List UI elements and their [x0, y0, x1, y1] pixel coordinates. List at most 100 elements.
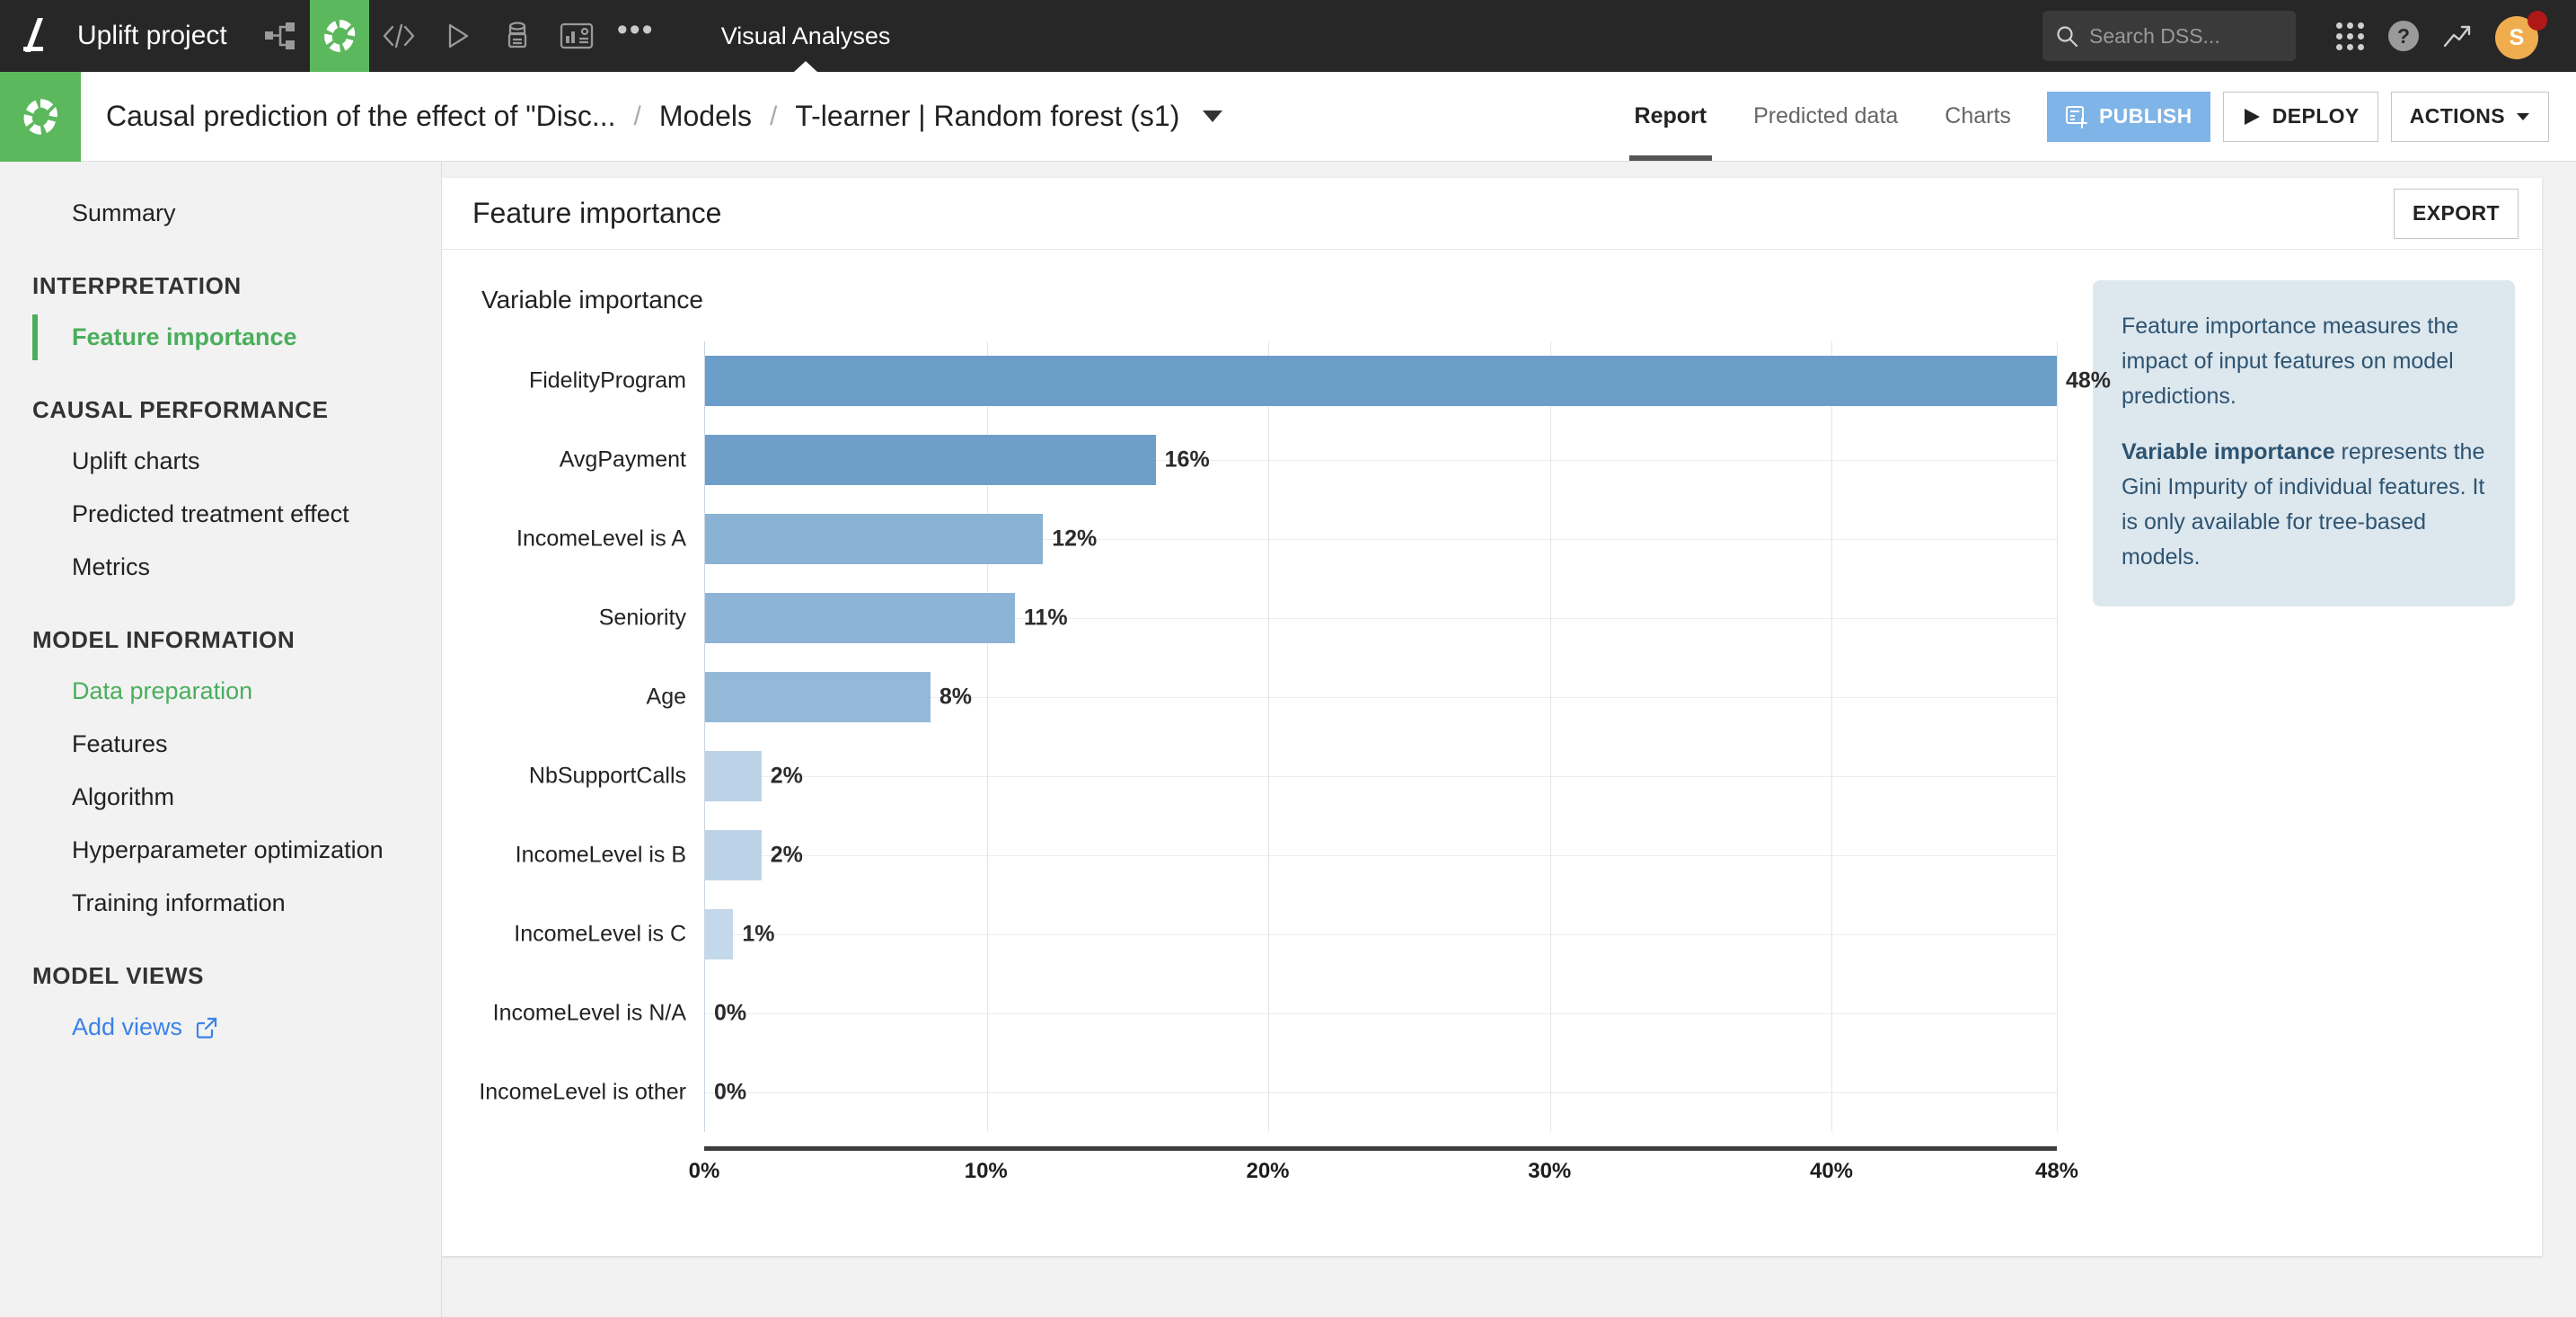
tab-charts[interactable]: Charts	[1921, 72, 2034, 161]
deploy-button[interactable]: DEPLOY	[2222, 91, 2378, 142]
bar-value-label: 0%	[714, 1000, 747, 1026]
bar[interactable]	[705, 672, 931, 722]
bar-value-label: 1%	[742, 921, 775, 947]
tab-report[interactable]: Report	[1611, 72, 1731, 161]
panel-body: Variable importance FidelityProgram AvgPa…	[442, 250, 2542, 1183]
dashboard-icon[interactable]	[547, 0, 606, 72]
bar[interactable]	[705, 435, 1156, 485]
feature-importance-panel: Feature importance EXPORT Variable impor…	[442, 178, 2542, 1256]
breadcrumb: Causal prediction of the effect of "Disc…	[106, 100, 1223, 133]
publish-button[interactable]: PUBLISH	[2046, 91, 2210, 142]
x-axis-tick-label: 10%	[964, 1159, 1008, 1183]
page-body: Summary INTERPRETATION Feature importanc…	[0, 162, 2576, 1317]
x-axis-tick-label: 30%	[1528, 1159, 1572, 1183]
actions-label: ACTIONS	[2409, 104, 2505, 128]
publish-label: PUBLISH	[2098, 104, 2192, 128]
gridline-vertical	[1831, 341, 1833, 1132]
bar[interactable]	[705, 593, 1015, 643]
x-axis-tick-label: 20%	[1246, 1159, 1290, 1183]
actions-button[interactable]: ACTIONS	[2390, 91, 2549, 142]
top-bar: Uplift project ••• Visual Analyses Searc…	[0, 0, 2576, 72]
sidebar-item-add-views[interactable]: Add views	[0, 1001, 441, 1054]
breadcrumb-model[interactable]: T-learner | Random forest (s1)	[795, 100, 1179, 133]
y-axis-tick-label: IncomeLevel is C	[514, 921, 686, 947]
gridline-horizontal	[705, 776, 2057, 777]
search-placeholder: Search DSS...	[2089, 23, 2220, 48]
jobs-icon[interactable]	[488, 0, 547, 72]
top-bar-right: Search DSS... ? S	[2042, 9, 2576, 63]
publish-icon	[2065, 105, 2087, 128]
bar[interactable]	[705, 751, 762, 801]
lab-icon[interactable]	[309, 0, 369, 72]
sidebar-item-data-preparation[interactable]: Data preparation	[0, 665, 441, 718]
bar[interactable]	[705, 830, 762, 880]
sidebar-item-metrics[interactable]: Metrics	[0, 541, 441, 594]
breadcrumb-models[interactable]: Models	[659, 100, 752, 133]
info-column: Feature importance measures the impact o…	[2093, 280, 2515, 1159]
tab-predicted-data[interactable]: Predicted data	[1730, 72, 1921, 161]
header-actions: Report Predicted data Charts PUBLISH DEP…	[1611, 72, 2576, 161]
sidebar-section-interpretation: INTERPRETATION	[32, 272, 242, 299]
breadcrumb-separator: /	[633, 101, 641, 131]
x-axis-tick-label: 40%	[1809, 1159, 1854, 1183]
chevron-down-icon	[2517, 112, 2529, 120]
y-axis-tick-label: IncomeLevel is N/A	[492, 1000, 686, 1026]
sidebar-item-summary[interactable]: Summary	[0, 187, 441, 240]
breadcrumb-analysis[interactable]: Causal prediction of the effect of "Disc…	[106, 100, 616, 133]
sidebar-item-predicted-treatment-effect[interactable]: Predicted treatment effect	[0, 488, 441, 541]
avatar[interactable]: S	[2495, 11, 2547, 61]
y-axis-tick-label: Age	[646, 684, 686, 710]
page-title: Feature importance	[472, 197, 722, 229]
gridline-horizontal	[705, 1092, 2057, 1093]
sidebar-item-training-information[interactable]: Training information	[0, 877, 441, 930]
bar-value-label: 48%	[2066, 367, 2112, 393]
y-axis-labels: FidelityProgram AvgPayment IncomeLevel is …	[469, 341, 693, 1132]
bar[interactable]	[705, 514, 1044, 564]
export-label: EXPORT	[2413, 201, 2500, 225]
sidebar-item-uplift-charts[interactable]: Uplift charts	[0, 435, 441, 488]
sidebar-item-algorithm[interactable]: Algorithm	[0, 771, 441, 824]
scenario-play-icon[interactable]	[428, 0, 488, 72]
sidebar-item-features[interactable]: Features	[0, 718, 441, 771]
y-axis-tick-label: FidelityProgram	[528, 367, 686, 393]
more-icon[interactable]: •••	[606, 0, 666, 72]
plot-area: 48% 16% 12% 11% 8% 2% 2% 1% 0% 0%	[704, 341, 2111, 1132]
gridline-vertical	[1549, 341, 1551, 1132]
y-axis-tick-label: AvgPayment	[559, 446, 686, 473]
help-icon[interactable]: ?	[2377, 9, 2430, 63]
info-box: Feature importance measures the impact o…	[2093, 280, 2515, 607]
bar-value-label: 11%	[1023, 605, 1068, 631]
sidebar-item-feature-importance[interactable]: Feature importance	[0, 311, 441, 364]
y-axis-tick-label: Seniority	[598, 605, 686, 631]
search-icon	[2057, 26, 2078, 48]
breadcrumb-chevron-down-icon[interactable]	[1203, 110, 1223, 122]
external-link-icon	[196, 1017, 217, 1039]
bar-value-label: 16%	[1164, 446, 1210, 473]
panel-header: Feature importance EXPORT	[442, 178, 2542, 250]
x-axis-tick-label: 48%	[2034, 1159, 2079, 1183]
apps-grid-icon[interactable]	[2323, 9, 2377, 63]
search-input[interactable]: Search DSS...	[2042, 11, 2296, 61]
info-paragraph-2: Variable importance represents the Gini …	[2122, 435, 2486, 574]
trend-arrow-icon[interactable]	[2430, 9, 2484, 63]
breadcrumb-separator: /	[770, 101, 778, 131]
gridline-horizontal	[705, 1013, 2057, 1014]
bar[interactable]	[705, 909, 734, 959]
code-icon[interactable]	[369, 0, 428, 72]
bar-value-label: 8%	[939, 684, 972, 710]
project-name[interactable]: Uplift project	[77, 21, 227, 51]
info-lead: Variable importance	[2122, 439, 2335, 465]
gridline-vertical	[2057, 341, 2058, 1132]
tab-visual-analyses[interactable]: Visual Analyses	[701, 0, 911, 72]
export-button[interactable]: EXPORT	[2394, 188, 2519, 239]
flow-icon[interactable]	[251, 0, 310, 72]
dataiku-logo-icon[interactable]	[0, 0, 72, 72]
notification-badge	[2527, 11, 2547, 31]
gridline-horizontal	[705, 855, 2057, 856]
bar[interactable]	[705, 356, 2057, 406]
sidebar-item-hyperparameter-optimization[interactable]: Hyperparameter optimization	[0, 824, 441, 877]
x-axis-line	[704, 1146, 2057, 1151]
chart-title: Variable importance	[481, 286, 703, 314]
y-axis-tick-label: IncomeLevel is other	[479, 1079, 686, 1105]
deploy-label: DEPLOY	[2272, 104, 2360, 128]
